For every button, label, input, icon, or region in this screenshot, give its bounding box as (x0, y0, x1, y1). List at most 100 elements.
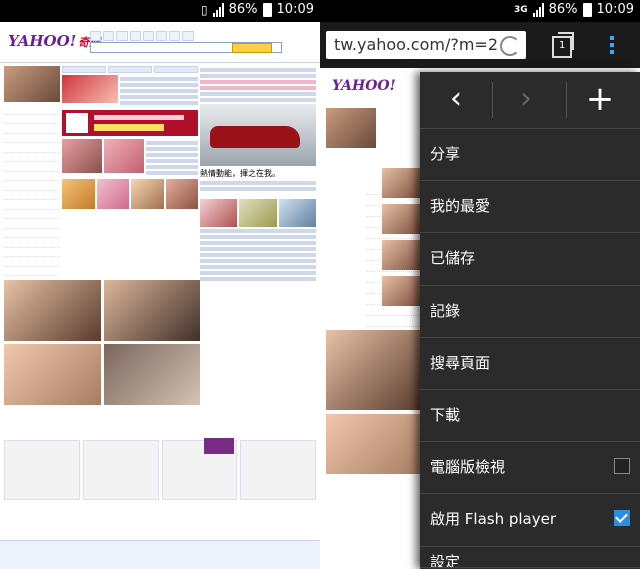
signal-icon (212, 2, 224, 17)
search-tabs (90, 31, 194, 41)
category-link[interactable] (4, 134, 60, 143)
category-link[interactable] (4, 229, 60, 238)
thumbnail[interactable] (382, 240, 422, 270)
thumbnail-column (382, 168, 422, 312)
category-link[interactable] (4, 162, 60, 172)
overflow-menu-icon[interactable] (610, 36, 614, 57)
menu-item-flash-player[interactable]: 啟用 Flash player (420, 494, 640, 547)
menu-item-settings[interactable]: 設定 (420, 547, 640, 568)
product-thumbnail[interactable] (278, 199, 316, 227)
category-link[interactable] (4, 181, 60, 191)
shopping-thumbnail[interactable] (104, 139, 144, 173)
shopping-thumbnail[interactable] (131, 179, 164, 209)
address-bar[interactable]: tw.yahoo.com/?m=2 (326, 31, 526, 59)
ad-banner[interactable] (62, 110, 198, 136)
product-text[interactable] (200, 229, 316, 281)
tabs-count: 1 (559, 40, 566, 51)
search-tab[interactable] (103, 31, 115, 41)
url-text[interactable]: tw.yahoo.com/?m=2 (334, 35, 498, 54)
clock: 10:09 (276, 2, 314, 17)
forward-button[interactable]: › (496, 72, 556, 128)
shopping-item[interactable] (240, 440, 316, 500)
yahoo-logo[interactable]: YAHOO!奇摩 (8, 32, 100, 50)
search-tab[interactable] (129, 31, 141, 41)
featured-photo[interactable] (4, 66, 60, 102)
page-footer (0, 540, 320, 569)
menu-item-desktop-view[interactable]: 電腦版檢視 (420, 442, 640, 495)
category-link[interactable] (4, 238, 60, 248)
new-tab-button[interactable]: + (570, 72, 630, 128)
yahoo-logo[interactable]: YAHOO! (332, 78, 396, 94)
gallery-photo[interactable] (4, 280, 101, 341)
brand-logo[interactable] (204, 438, 234, 454)
yahoo-header: YAHOO!奇摩 (0, 22, 320, 63)
gallery-photo[interactable] (326, 330, 422, 410)
browser-toolbar: tw.yahoo.com/?m=2 1 (320, 22, 640, 68)
shopping-text[interactable] (146, 139, 198, 177)
gallery-photo[interactable] (103, 280, 200, 341)
gallery-photo[interactable] (326, 414, 422, 474)
category-link[interactable] (4, 105, 60, 115)
menu-item-find-in-page[interactable]: 搜尋頁面 (420, 338, 640, 390)
service-links[interactable] (200, 68, 316, 102)
shopping-thumbnail[interactable] (62, 179, 95, 209)
signal-icon (532, 2, 544, 17)
search-tab[interactable] (169, 31, 181, 41)
news-column (62, 66, 198, 212)
shopping-strip (4, 440, 316, 500)
search-tab[interactable] (90, 31, 102, 41)
gallery-photo[interactable] (4, 344, 101, 405)
category-link[interactable] (4, 191, 60, 200)
category-link[interactable] (4, 143, 60, 153)
featured-photo[interactable] (326, 108, 376, 148)
category-link[interactable] (4, 200, 60, 210)
category-link[interactable] (4, 248, 60, 257)
search-tab[interactable] (155, 31, 168, 41)
category-link[interactable] (4, 153, 60, 162)
shopping-item[interactable] (82, 440, 159, 500)
search-tab[interactable] (116, 31, 128, 41)
menu-item-history[interactable]: 記錄 (420, 286, 640, 338)
right-screen: 3G 86% 10:09 tw.yahoo.com/?m=2 1 YAHOO! (320, 0, 640, 569)
shopping-thumbnail[interactable] (62, 139, 102, 173)
gallery-photo[interactable] (103, 344, 200, 405)
thumbnail[interactable] (382, 168, 422, 198)
category-link[interactable] (4, 124, 60, 134)
car-ad[interactable] (200, 104, 316, 166)
ad-text (200, 181, 316, 191)
category-link[interactable] (4, 257, 60, 267)
news-headlines[interactable] (119, 75, 198, 107)
shopping-thumbnail[interactable] (165, 179, 198, 209)
menu-item-downloads[interactable]: 下載 (420, 390, 640, 443)
search-tab[interactable] (182, 31, 194, 41)
battery-percent: 86% (548, 2, 578, 17)
search-button[interactable] (232, 43, 272, 53)
battery-icon (262, 2, 272, 17)
product-thumbnail[interactable] (200, 199, 238, 227)
back-button[interactable]: ‹ (426, 72, 486, 128)
menu-item-share[interactable]: 分享 (420, 129, 640, 182)
shopping-thumbnail[interactable] (96, 179, 129, 209)
menu-item-saved[interactable]: 已儲存 (420, 233, 640, 286)
category-link[interactable] (4, 219, 60, 229)
menu-item-bookmarks[interactable]: 我的最愛 (420, 181, 640, 234)
category-link[interactable] (4, 267, 60, 276)
network-type: 3G (513, 4, 528, 15)
product-thumbnail[interactable] (239, 199, 277, 227)
search-tab[interactable] (142, 31, 154, 41)
category-link[interactable] (366, 316, 420, 327)
flash-player-checkbox[interactable] (614, 510, 630, 527)
thumbnail[interactable] (382, 204, 422, 234)
shopping-item[interactable] (4, 440, 80, 500)
car-ad-text[interactable]: 熱情動能，揮之在我。 (200, 168, 316, 179)
desktop-view-checkbox[interactable] (614, 458, 630, 475)
thumbnail[interactable] (382, 276, 422, 306)
category-link[interactable] (4, 210, 60, 219)
category-link[interactable] (4, 172, 60, 181)
category-link[interactable] (4, 115, 60, 124)
category-sidebar (4, 66, 60, 314)
reload-icon[interactable] (500, 36, 520, 56)
ad-column: 熱情動能，揮之在我。 (200, 66, 316, 283)
news-thumbnail[interactable] (62, 75, 118, 103)
tabs-icon[interactable]: 1 (552, 32, 574, 58)
